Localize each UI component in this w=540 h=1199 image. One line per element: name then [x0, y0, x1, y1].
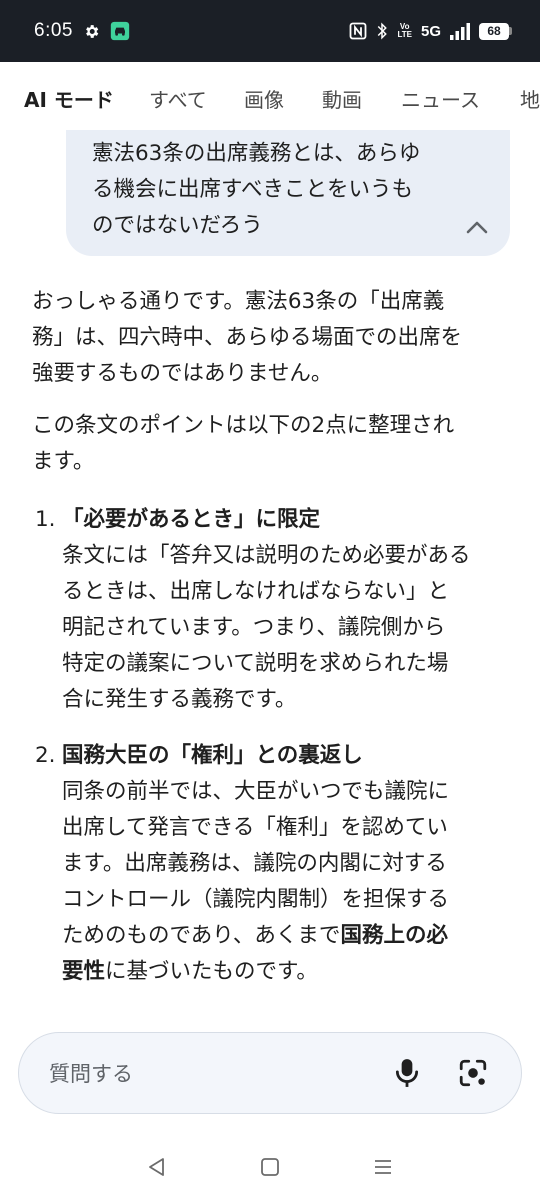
- query-line: のではないだろう: [92, 213, 263, 238]
- answer-line: おっしゃる通りです。憲法63条の「出席義: [32, 289, 445, 314]
- answer-line: ためのものであり、あくまで国務上の必: [62, 918, 516, 954]
- system-navigation-bar: [0, 1135, 540, 1199]
- list-item-body: 同条の前半では、大臣がいつでも議院に 出席して発言できる「権利」を認めてい ます…: [62, 774, 516, 990]
- car-icon: [110, 21, 130, 41]
- ai-answer: おっしゃる通りです。憲法63条の「出席義 務」は、四六時中、あらゆる場面での出席…: [32, 284, 516, 1010]
- answer-line: この条文のポイントは以下の2点に整理され: [32, 413, 455, 438]
- list-item-number: 2.: [35, 743, 56, 768]
- answer-bold-text: 国務上の必: [340, 923, 448, 948]
- list-item-body: 条文には「答弁又は説明のため必要がある るときは、出席しなければならない」と 明…: [62, 538, 516, 718]
- answer-paragraph: この条文のポイントは以下の2点に整理され ます。: [32, 408, 516, 480]
- question-input[interactable]: 質問する: [18, 1032, 522, 1114]
- answer-line: ます。出席義務は、議院の内閣に対する: [62, 851, 447, 876]
- answer-line: 条文には「答弁又は説明のため必要がある: [62, 543, 471, 568]
- signal-icon: [450, 22, 470, 40]
- answer-line: 出席して発言できる「権利」を認めてい: [62, 815, 448, 840]
- answer-text: に基づいたものです。: [105, 959, 318, 984]
- network-type: 5G: [420, 22, 441, 40]
- battery-icon: 68: [479, 22, 512, 40]
- query-line: 憲法63条の出席義務とは、あらゆ: [92, 141, 421, 166]
- user-query-text: 憲法63条の出席義務とは、あらゆ る機会に出席すべきことをいうも のではないだろ…: [92, 136, 486, 244]
- tab-videos[interactable]: 動画: [322, 84, 362, 113]
- answer-text: ためのものであり、あくまで: [62, 923, 341, 948]
- answer-line: るときは、出席しなければならない」と: [62, 579, 450, 604]
- tab-images[interactable]: 画像: [244, 84, 284, 113]
- chevron-up-icon[interactable]: [466, 220, 488, 234]
- answer-line: コントロール（議院内閣制）を担保する: [62, 887, 450, 912]
- answer-paragraph: おっしゃる通りです。憲法63条の「出席義 務」は、四六時中、あらゆる場面での出席…: [32, 284, 516, 392]
- microphone-icon[interactable]: [387, 1053, 427, 1093]
- list-item-title: 国務大臣の「権利」との裏返し: [62, 743, 363, 768]
- bluetooth-icon: [378, 22, 388, 40]
- gear-icon: [86, 24, 99, 38]
- query-line: る機会に出席すべきことをいうも: [92, 177, 413, 202]
- search-tab-bar: AI モード すべて 画像 動画 ニュース 地: [0, 62, 540, 132]
- list-item-title: 「必要があるとき」に限定: [62, 507, 321, 532]
- volte-bottom: LTE: [397, 30, 412, 39]
- tab-news[interactable]: ニュース: [401, 84, 480, 113]
- camera-lens-icon[interactable]: [453, 1053, 493, 1093]
- answer-line: 明記されています。つまり、議院側から: [62, 615, 446, 640]
- question-input-placeholder[interactable]: 質問する: [49, 1058, 361, 1088]
- list-item: 2. 国務大臣の「権利」との裏返し 同条の前半では、大臣がいつでも議院に 出席し…: [32, 738, 516, 990]
- back-triangle-icon[interactable]: [137, 1147, 177, 1187]
- volte-indicator: Vo LTE: [397, 23, 412, 39]
- home-square-icon[interactable]: [250, 1147, 290, 1187]
- answer-line: 特定の議案について説明を求められた場: [62, 651, 449, 676]
- user-query-bubble: 憲法63条の出席義務とは、あらゆ る機会に出席すべきことをいうも のではないだろ…: [66, 130, 510, 256]
- answer-bold-text: 要性: [62, 959, 106, 984]
- list-item-number: 1.: [35, 507, 56, 532]
- battery-tip: [509, 27, 512, 35]
- tab-ai-mode[interactable]: AI モード: [24, 84, 114, 113]
- tab-all[interactable]: すべて: [149, 84, 207, 113]
- answer-line: ます。: [32, 449, 95, 474]
- answer-line: 強要するものではありません。: [32, 361, 333, 386]
- status-time: 6:05: [34, 20, 73, 41]
- answer-line: 同条の前半では、大臣がいつでも議院に: [62, 779, 450, 804]
- answer-line: 合に発生する義務です。: [62, 687, 297, 712]
- nfc-icon: [350, 22, 367, 40]
- recents-menu-icon[interactable]: [363, 1147, 403, 1187]
- status-bar: 6:05 Vo LTE 5G 68: [0, 0, 540, 62]
- answer-list: 1. 「必要があるとき」に限定 条文には「答弁又は説明のため必要がある るときは…: [32, 502, 516, 990]
- battery-level: 68: [479, 22, 509, 40]
- list-item: 1. 「必要があるとき」に限定 条文には「答弁又は説明のため必要がある るときは…: [32, 502, 516, 718]
- answer-line: 務」は、四六時中、あらゆる場面での出席を: [32, 325, 463, 350]
- answer-line: 要性に基づいたものです。: [62, 954, 516, 990]
- tab-maps[interactable]: 地: [520, 84, 540, 113]
